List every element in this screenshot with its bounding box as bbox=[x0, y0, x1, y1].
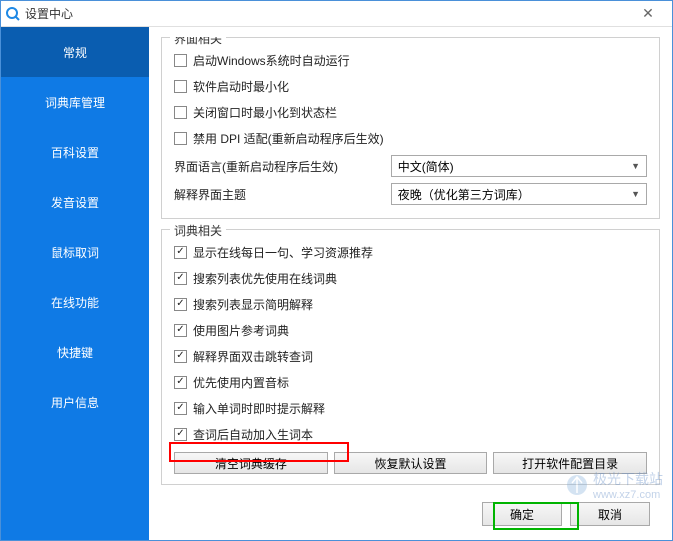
open-config-dir-button[interactable]: 打开软件配置目录 bbox=[493, 452, 647, 474]
theme-label: 解释界面主题 bbox=[174, 186, 391, 203]
button-label: 清空词典缓存 bbox=[215, 455, 287, 472]
check-label: 软件启动时最小化 bbox=[193, 78, 289, 95]
check-label: 启动Windows系统时自动运行 bbox=[193, 52, 350, 69]
restore-defaults-button[interactable]: 恢复默认设置 bbox=[334, 452, 488, 474]
window-title: 设置中心 bbox=[25, 5, 628, 22]
sidebar-item-label: 用户信息 bbox=[51, 394, 99, 411]
clear-cache-button[interactable]: 清空词典缓存 bbox=[174, 452, 328, 474]
sidebar-item-hotkeys[interactable]: 快捷键 bbox=[1, 327, 149, 377]
group-ui: 界面相关 启动Windows系统时自动运行 软件启动时最小化 关闭窗口时最小化到… bbox=[161, 37, 660, 219]
theme-select[interactable]: 夜晚（优化第三方词库） ▼ bbox=[391, 183, 647, 205]
button-label: 打开软件配置目录 bbox=[522, 455, 618, 472]
sidebar: 常规 词典库管理 百科设置 发音设置 鼠标取词 在线功能 快捷键 用户信息 bbox=[1, 27, 149, 540]
group-dict: 词典相关 ✓显示在线每日一句、学习资源推荐 ✓搜索列表优先使用在线词典 ✓搜索列… bbox=[161, 229, 660, 485]
check-brief-explain[interactable]: ✓ bbox=[174, 298, 187, 311]
cancel-button[interactable]: 取消 bbox=[570, 502, 650, 526]
button-label: 取消 bbox=[598, 506, 622, 523]
group-ui-title: 界面相关 bbox=[170, 37, 226, 47]
lang-value: 中文(简体) bbox=[398, 158, 454, 175]
sidebar-item-mouse-capture[interactable]: 鼠标取词 bbox=[1, 227, 149, 277]
check-label: 解释界面双击跳转查词 bbox=[193, 348, 313, 365]
sidebar-item-label: 鼠标取词 bbox=[51, 244, 99, 261]
check-builtin-phonetic[interactable]: ✓ bbox=[174, 376, 187, 389]
sidebar-item-general[interactable]: 常规 bbox=[1, 27, 149, 77]
group-dict-title: 词典相关 bbox=[170, 222, 226, 239]
chevron-down-icon: ▼ bbox=[631, 189, 640, 199]
ok-button[interactable]: 确定 bbox=[482, 502, 562, 526]
check-label: 禁用 DPI 适配(重新启动程序后生效) bbox=[193, 130, 384, 147]
theme-value: 夜晚（优化第三方词库） bbox=[398, 186, 530, 203]
check-label: 输入单词时即时提示解释 bbox=[193, 400, 325, 417]
sidebar-item-label: 常规 bbox=[63, 44, 87, 61]
check-doubleclick-jump[interactable]: ✓ bbox=[174, 350, 187, 363]
check-daily-sentence[interactable]: ✓ bbox=[174, 246, 187, 259]
footer: 确定 取消 bbox=[161, 494, 660, 534]
check-image-dict[interactable]: ✓ bbox=[174, 324, 187, 337]
check-disable-dpi[interactable] bbox=[174, 132, 187, 145]
check-auto-add-wordbook[interactable]: ✓ bbox=[174, 428, 187, 441]
lang-select[interactable]: 中文(简体) ▼ bbox=[391, 155, 647, 177]
sidebar-item-label: 在线功能 bbox=[51, 294, 99, 311]
button-label: 确定 bbox=[510, 506, 534, 523]
sidebar-item-pronunciation[interactable]: 发音设置 bbox=[1, 177, 149, 227]
sidebar-item-label: 快捷键 bbox=[57, 344, 93, 361]
check-minimize-close[interactable] bbox=[174, 106, 187, 119]
sidebar-item-label: 词典库管理 bbox=[45, 94, 105, 111]
check-online-priority[interactable]: ✓ bbox=[174, 272, 187, 285]
check-label: 关闭窗口时最小化到状态栏 bbox=[193, 104, 337, 121]
chevron-down-icon: ▼ bbox=[631, 161, 640, 171]
check-minimize-start[interactable] bbox=[174, 80, 187, 93]
check-label: 优先使用内置音标 bbox=[193, 374, 289, 391]
check-label: 显示在线每日一句、学习资源推荐 bbox=[193, 244, 373, 261]
lang-label: 界面语言(重新启动程序后生效) bbox=[174, 158, 391, 175]
app-icon bbox=[5, 6, 21, 22]
check-autostart[interactable] bbox=[174, 54, 187, 67]
button-label: 恢复默认设置 bbox=[375, 455, 447, 472]
check-label: 使用图片参考词典 bbox=[193, 322, 289, 339]
check-label: 查词后自动加入生词本 bbox=[193, 426, 313, 443]
sidebar-item-label: 发音设置 bbox=[51, 194, 99, 211]
titlebar: 设置中心 ✕ bbox=[1, 1, 672, 27]
sidebar-item-user[interactable]: 用户信息 bbox=[1, 377, 149, 427]
close-icon[interactable]: ✕ bbox=[628, 2, 668, 26]
sidebar-item-online[interactable]: 在线功能 bbox=[1, 277, 149, 327]
check-label: 搜索列表显示简明解释 bbox=[193, 296, 313, 313]
check-instant-hint[interactable]: ✓ bbox=[174, 402, 187, 415]
sidebar-item-dict-lib[interactable]: 词典库管理 bbox=[1, 77, 149, 127]
sidebar-item-label: 百科设置 bbox=[51, 144, 99, 161]
sidebar-item-encyclopedia[interactable]: 百科设置 bbox=[1, 127, 149, 177]
check-label: 搜索列表优先使用在线词典 bbox=[193, 270, 337, 287]
